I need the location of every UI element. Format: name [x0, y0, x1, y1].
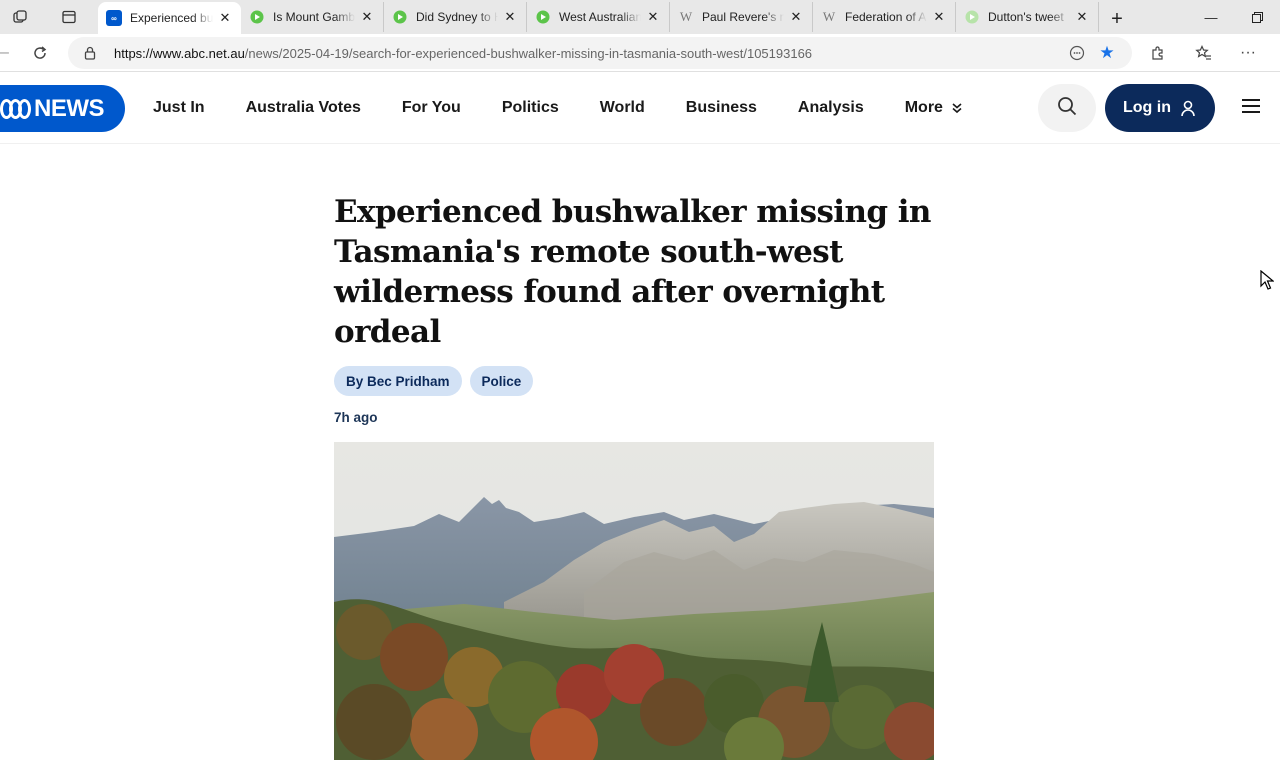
nav-more-label: More [904, 99, 943, 116]
tab-title: Dutton's tweet [988, 10, 1064, 24]
reader-mode-icon[interactable] [1062, 39, 1092, 67]
url-path: /news/2025-04-19/search-for-experienced-… [244, 45, 813, 61]
minimize-icon[interactable]: — [1188, 0, 1234, 34]
topic-tag[interactable]: Police [469, 366, 534, 396]
close-icon[interactable]: ✕ [788, 9, 804, 25]
tab-title: Paul Revere's m [702, 10, 784, 24]
browser-tools: ··· [1134, 37, 1270, 69]
nav-more[interactable]: More [905, 99, 963, 117]
close-icon[interactable]: ✕ [359, 9, 375, 25]
main-nav: Just In Australia Votes For You Politics… [153, 72, 1004, 144]
nav-analysis[interactable]: Analysis [798, 99, 864, 117]
byline-tag[interactable]: By Bec Pridham [334, 366, 462, 396]
search-button[interactable] [1038, 84, 1096, 132]
close-icon[interactable]: ✕ [502, 9, 518, 25]
tab-actions-icon[interactable] [40, 0, 98, 34]
back-icon[interactable]: – [0, 37, 20, 69]
url-text[interactable]: https://www.abc.net.au/news/2025-04-19/s… [114, 46, 1062, 61]
article-headline: Experienced bushwalker missing in Tasman… [334, 194, 931, 350]
tab-title: West Australian [559, 10, 641, 24]
nav-for-you[interactable]: For You [402, 99, 461, 117]
article-timestamp: 7h ago [334, 410, 378, 425]
tab-0[interactable]: ∞ Experienced bushwalker ✕ [98, 2, 241, 34]
close-icon[interactable]: ✕ [645, 9, 661, 25]
tab-title: Federation of A [845, 10, 927, 24]
refresh-icon[interactable] [22, 37, 58, 69]
login-button[interactable]: Log in [1105, 84, 1215, 132]
extensions-icon[interactable] [1134, 37, 1182, 69]
address-bar[interactable]: https://www.abc.net.au/news/2025-04-19/s… [68, 37, 1132, 69]
wiki-icon: W [822, 9, 836, 24]
play-icon [964, 9, 980, 25]
menu-button[interactable] [1236, 92, 1266, 124]
play-icon [249, 9, 265, 25]
browser-tab-strip: ∞ Experienced bushwalker ✕ Is Mount Gamb… [0, 0, 1280, 34]
url-host: https://www.abc.net.au [114, 45, 245, 61]
tab-title: Experienced bushwalker [130, 11, 213, 25]
close-icon[interactable]: ✕ [1074, 9, 1090, 25]
tab-1[interactable]: Is Mount Gambier ✕ [241, 2, 384, 32]
workspaces-icon[interactable] [0, 0, 40, 34]
browser-toolbar: – https://www.abc.net.au/news/2025-04-19… [0, 34, 1280, 72]
tab-6[interactable]: Dutton's tweet ✕ [956, 2, 1099, 32]
tab-2[interactable]: Did Sydney to H ✕ [384, 2, 527, 32]
tab-5[interactable]: W Federation of A ✕ [813, 2, 956, 32]
logo-text: NEWS [34, 94, 105, 122]
close-icon[interactable]: ✕ [931, 9, 947, 25]
window-controls: — [1188, 0, 1280, 34]
abc-icon: ∞ [106, 10, 122, 26]
tab-4[interactable]: W Paul Revere's m ✕ [670, 2, 813, 32]
tab-3[interactable]: West Australian ✕ [527, 2, 670, 32]
favorite-star-icon[interactable]: ★ [1092, 39, 1122, 67]
article-tags: By Bec Pridham Police [334, 366, 934, 396]
login-label: Log in [1123, 99, 1171, 116]
article: Experienced bushwalker missing in Tasman… [334, 192, 934, 760]
abc-news-logo[interactable]: NEWS [0, 85, 125, 132]
nav-world[interactable]: World [600, 99, 645, 117]
play-icon [535, 9, 551, 25]
hamburger-menu-icon [1241, 98, 1261, 119]
hero-image [334, 442, 934, 760]
new-tab-button[interactable]: + [1099, 4, 1135, 34]
tab-title: Did Sydney to H [416, 10, 498, 24]
tab-title: Is Mount Gambier [273, 10, 355, 24]
favorites-icon[interactable] [1182, 37, 1226, 69]
restore-icon[interactable] [1234, 0, 1280, 34]
site-header: NEWS Just In Australia Votes For You Pol… [0, 72, 1280, 144]
lock-icon[interactable] [78, 46, 102, 60]
abc-logo-icon [0, 97, 31, 121]
mouse-cursor-icon [1260, 269, 1275, 295]
play-icon [392, 9, 408, 25]
close-icon[interactable]: ✕ [217, 10, 233, 26]
chevron-down-icon [951, 102, 963, 114]
nav-politics[interactable]: Politics [502, 99, 559, 117]
wiki-icon: W [679, 9, 693, 24]
nav-business[interactable]: Business [686, 99, 757, 117]
more-options-icon[interactable]: ··· [1226, 37, 1270, 69]
user-icon [1179, 99, 1197, 117]
nav-australia-votes[interactable]: Australia Votes [246, 99, 361, 117]
search-icon [1057, 96, 1077, 121]
nav-just-in[interactable]: Just In [153, 99, 205, 117]
